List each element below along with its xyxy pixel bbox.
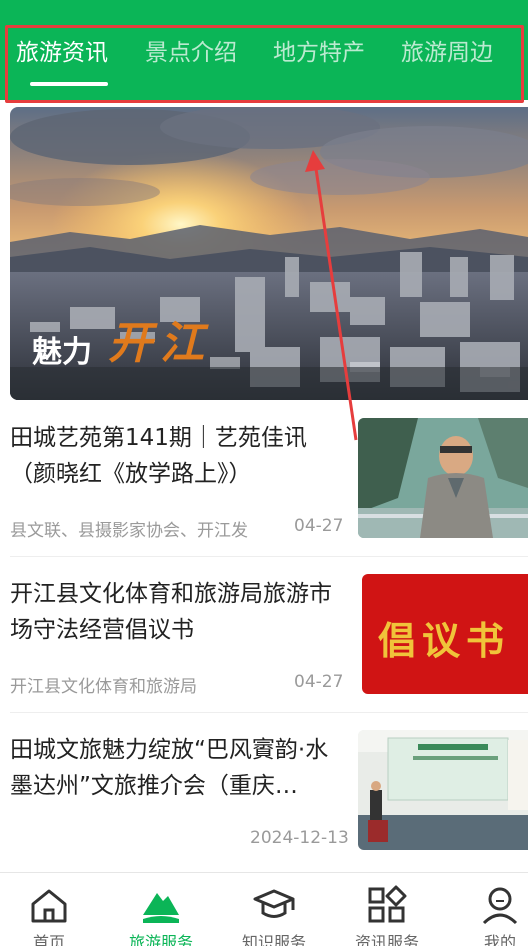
nav-travel-service[interactable]: 旅游服务 [106,873,216,946]
tab-label: 地方特产 [273,40,365,66]
nav-home[interactable]: 首页 [0,873,104,946]
divider [10,556,528,557]
tab-label: 旅游周边 [401,40,493,66]
news-item[interactable]: 开江县文化体育和旅游局旅游市场守法经营倡议书 开江县文化体育和旅游局 04-27… [0,574,528,714]
news-thumbnail [358,730,528,850]
tab-label: 景点介绍 [145,40,237,66]
news-title: 田城文旅魅力绽放“巴风賨韵·水墨达州”文旅推介会（重庆… [10,737,329,799]
news-source: 县文联、县摄影家协会、开江发 [10,521,248,541]
grid-icon [368,885,407,923]
nav-label: 资讯服务 [354,933,419,946]
nav-knowledge-service[interactable]: 知识服务 [219,873,329,946]
banner-caption: 魅力 [32,335,92,370]
news-date: 04-27 [294,672,344,692]
news-title: 田城艺苑第141期｜艺苑佳讯（颜晓红《放学路上》） [10,425,307,487]
home-icon [31,889,67,923]
thumbnail-text: 倡议书 [378,619,511,663]
mountain-icon [143,893,179,923]
banner-script-title: 开江 [108,318,212,369]
top-header: 旅游资讯 景点介绍 地方特产 旅游周边 [0,0,528,100]
nav-label: 我的 [483,933,516,946]
nav-mine[interactable]: 我的 [445,873,528,946]
news-date: 04-27 [294,516,344,536]
user-icon [482,887,518,925]
tab-attractions[interactable]: 景点介绍 [145,24,237,88]
nav-label: 首页 [32,933,65,946]
news-date: 2024-12-13 [250,828,349,848]
news-source: 开江县文化体育和旅游局 [10,677,197,697]
tab-travel-surroundings[interactable]: 旅游周边 [401,24,493,88]
news-thumbnail: 倡议书 [362,574,528,694]
tab-active-indicator [30,82,108,86]
divider [10,712,528,713]
bottom-navigation: 首页 旅游服务 知识服务 资讯服务 我的 [0,872,528,946]
app-screen: 旅游资讯 景点介绍 地方特产 旅游周边 魅力 开江 田城艺苑第141期｜艺苑佳讯… [0,0,528,946]
tab-local-specialties[interactable]: 地方特产 [273,24,365,88]
news-item[interactable]: 田城文旅魅力绽放“巴风賨韵·水墨达州”文旅推介会（重庆… 2024-12-13 [0,730,528,870]
news-item[interactable]: 田城艺苑第141期｜艺苑佳讯（颜晓红《放学路上》） 县文联、县摄影家协会、开江发… [0,418,528,558]
news-thumbnail [358,418,528,538]
news-title: 开江县文化体育和旅游局旅游市场守法经营倡议书 [10,581,332,643]
nav-news-service[interactable]: 资讯服务 [332,873,442,946]
tab-travel-news[interactable]: 旅游资讯 [16,24,108,88]
nav-label: 知识服务 [241,933,306,946]
tab-label: 旅游资讯 [16,40,108,66]
banner-carousel[interactable]: 魅力 开江 [10,107,528,400]
category-tabs: 旅游资讯 景点介绍 地方特产 旅游周边 [0,24,528,88]
nav-label: 旅游服务 [128,933,193,946]
graduation-cap-icon [253,889,295,918]
